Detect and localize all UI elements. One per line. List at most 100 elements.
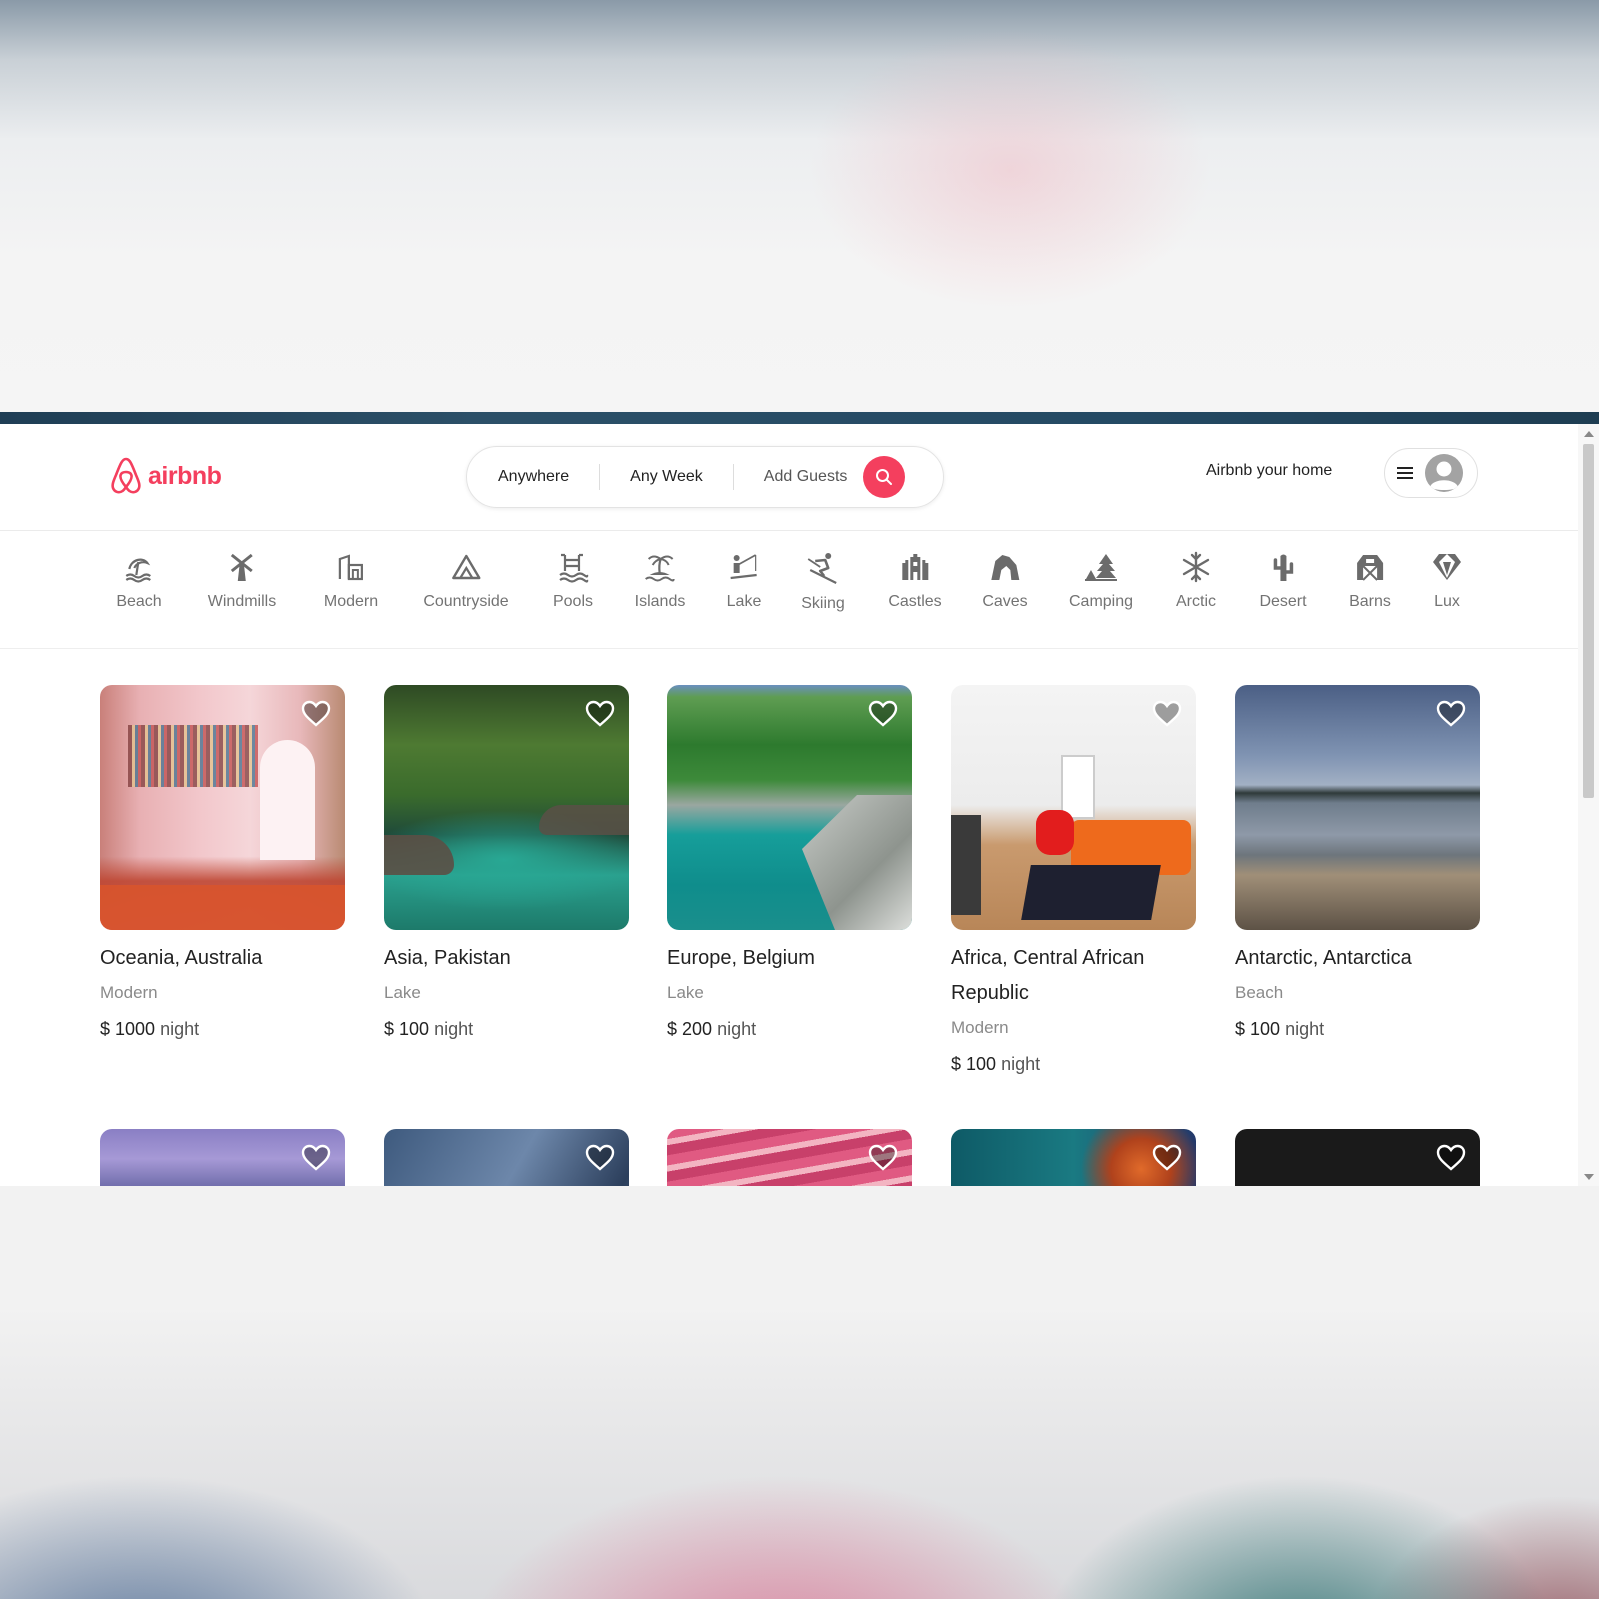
lake-fishing-icon — [730, 554, 758, 580]
airbnb-logo-icon — [111, 457, 141, 494]
listing-card[interactable]: Europe, Belgium Lake $ 200 night — [667, 685, 912, 1040]
heart-icon[interactable] — [301, 699, 331, 729]
listing-image — [384, 1129, 629, 1186]
category-label: Beach — [116, 593, 162, 610]
hamburger-icon — [1397, 467, 1413, 479]
listing-category: Modern — [100, 983, 158, 1002]
heart-icon[interactable] — [1152, 699, 1182, 729]
modern-building-icon — [338, 554, 364, 581]
header: airbnb Anywhere Any Week Add Guests Airb… — [0, 424, 1578, 531]
user-avatar-icon — [1425, 454, 1463, 492]
heart-icon[interactable] — [1152, 1143, 1182, 1173]
listing-image — [1235, 1129, 1480, 1186]
listing-category: Lake — [667, 983, 704, 1002]
rock-shape — [384, 835, 454, 875]
scrollbar-thumb[interactable] — [1583, 444, 1594, 798]
window-shape — [1061, 755, 1095, 819]
scroll-up-arrow-icon[interactable] — [1584, 431, 1594, 437]
category-lux[interactable]: Lux — [1431, 551, 1463, 611]
listing-location: Europe, Belgium — [667, 947, 815, 969]
listing-card[interactable] — [951, 1129, 1196, 1186]
category-modern[interactable]: Modern — [324, 551, 378, 611]
app-window: airbnb Anywhere Any Week Add Guests Airb… — [0, 424, 1599, 1186]
category-desert[interactable]: Desert — [1259, 551, 1307, 611]
search-guests[interactable]: Add Guests — [734, 464, 864, 490]
listing-card[interactable] — [667, 1129, 912, 1186]
search-button[interactable] — [863, 456, 906, 498]
category-label: Camping — [1068, 593, 1134, 610]
listing-price: $ 1000 night — [100, 1019, 345, 1040]
listing-price: $ 200 night — [667, 1019, 912, 1040]
listing-price: $ 100 night — [951, 1054, 1196, 1075]
search-icon — [876, 469, 893, 485]
category-skiing[interactable]: Skiing — [801, 551, 845, 613]
barn-icon — [1356, 555, 1383, 581]
airbnb-logo[interactable]: airbnb — [110, 456, 222, 496]
listing-card[interactable]: Oceania, Australia Modern $ 1000 night — [100, 685, 345, 1040]
listing-card[interactable]: Antarctic, Antarctica Beach $ 100 night — [1235, 685, 1480, 1040]
airbnb-your-home-link[interactable]: Airbnb your home — [1206, 462, 1332, 480]
rock-shape — [539, 805, 629, 835]
pool-icon — [559, 553, 589, 583]
chair-shape — [1036, 810, 1074, 855]
category-label: Windmills — [207, 593, 277, 610]
heart-icon[interactable] — [585, 699, 615, 729]
shelf-shape — [951, 815, 981, 915]
listing-card[interactable] — [100, 1129, 345, 1186]
category-islands[interactable]: Islands — [635, 551, 685, 611]
door-shape — [260, 740, 315, 860]
category-pools[interactable]: Pools — [553, 551, 593, 611]
price-amount: $ 1000 — [100, 1019, 156, 1039]
island-icon — [645, 555, 675, 582]
category-windmills[interactable]: Windmills — [208, 551, 276, 611]
search-where[interactable]: Anywhere — [467, 464, 599, 490]
category-beach[interactable]: Beach — [116, 551, 162, 611]
category-castles[interactable]: Castles — [888, 551, 942, 611]
price-unit: night — [717, 1019, 757, 1039]
windmill-icon — [231, 553, 253, 581]
blurred-background-bottom — [0, 1186, 1599, 1599]
rock-shape — [802, 795, 912, 930]
heart-icon[interactable] — [868, 1143, 898, 1173]
category-lake[interactable]: Lake — [727, 551, 761, 611]
heart-icon[interactable] — [1436, 1143, 1466, 1173]
category-label: Arctic — [1176, 593, 1216, 610]
category-caves[interactable]: Caves — [982, 551, 1028, 611]
heart-icon[interactable] — [585, 1143, 615, 1173]
listing-category: Lake — [384, 983, 421, 1002]
vertical-scrollbar[interactable] — [1578, 424, 1599, 1186]
scroll-down-arrow-icon[interactable] — [1584, 1174, 1594, 1180]
category-label: Pools — [552, 593, 594, 610]
listing-card[interactable] — [1235, 1129, 1480, 1186]
category-barns[interactable]: Barns — [1349, 551, 1391, 611]
category-arctic[interactable]: Arctic — [1176, 551, 1216, 611]
category-label: Caves — [982, 593, 1028, 610]
listing-category: Beach — [1235, 983, 1284, 1002]
cactus-icon — [1273, 554, 1293, 581]
listing-image — [1235, 685, 1480, 930]
price-amount: $ 200 — [667, 1019, 713, 1039]
user-menu-button[interactable] — [1384, 448, 1478, 498]
category-label: Modern — [323, 593, 379, 610]
diamond-icon — [1433, 554, 1461, 580]
mountain-icon — [451, 554, 481, 580]
brand-name: airbnb — [148, 461, 222, 490]
listing-card[interactable] — [384, 1129, 629, 1186]
listing-card[interactable]: Asia, Pakistan Lake $ 100 night — [384, 685, 629, 1040]
listing-card[interactable]: Africa, Central African Republic Modern … — [951, 685, 1196, 1075]
search-when[interactable]: Any Week — [600, 464, 733, 490]
category-camping[interactable]: Camping — [1069, 551, 1133, 611]
cave-icon — [990, 555, 1019, 580]
price-amount: $ 100 — [384, 1019, 430, 1039]
category-countryside[interactable]: Countryside — [423, 551, 509, 611]
heart-icon[interactable] — [868, 699, 898, 729]
price-unit: night — [1001, 1054, 1041, 1074]
skiing-icon — [807, 553, 837, 584]
heart-icon[interactable] — [1436, 699, 1466, 729]
listing-location: Antarctic, Antarctica — [1235, 947, 1412, 969]
listing-price: $ 100 night — [1235, 1019, 1480, 1040]
listing-image — [951, 685, 1196, 930]
category-label: Barns — [1349, 593, 1391, 610]
snowflake-icon — [1182, 551, 1210, 583]
heart-icon[interactable] — [301, 1143, 331, 1173]
